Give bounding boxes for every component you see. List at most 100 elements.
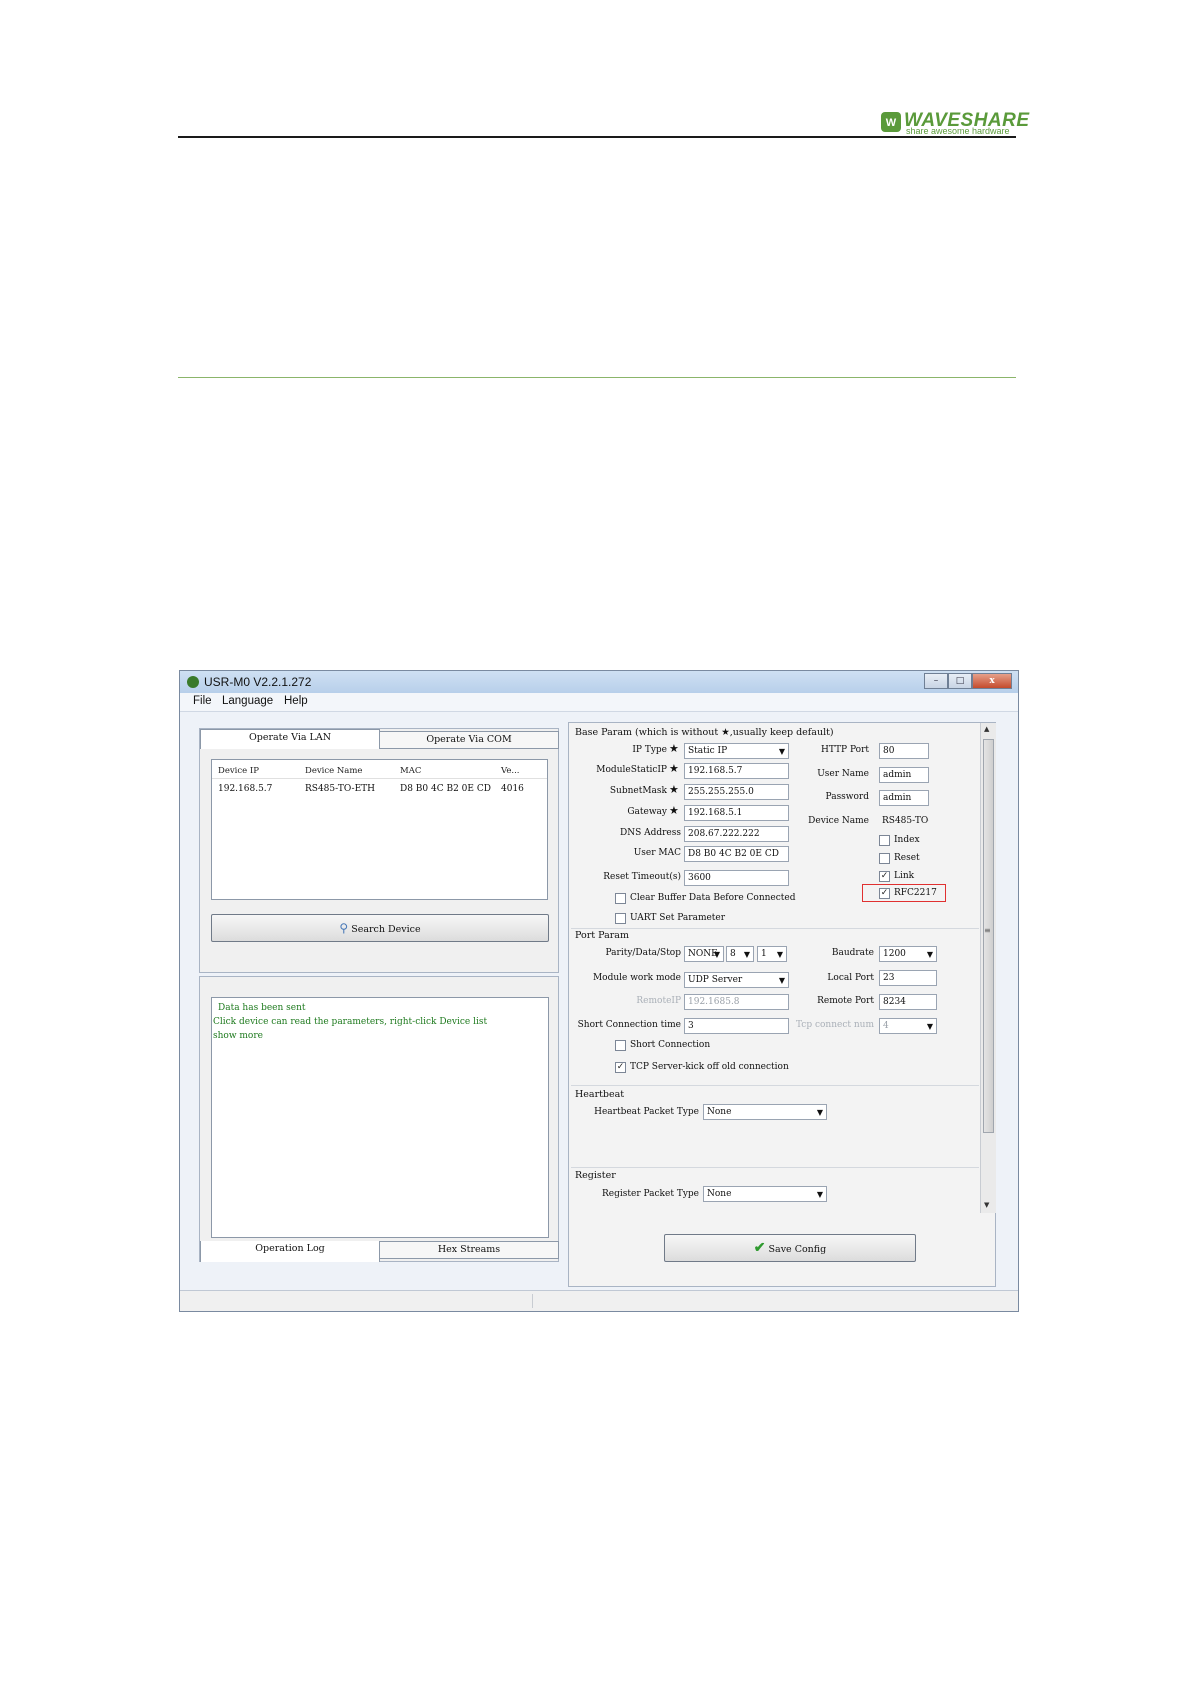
heartbeat-type-label: Heartbeat Packet Type bbox=[594, 1107, 699, 1117]
scroll-up-icon[interactable]: ▲ bbox=[984, 725, 989, 733]
short-connection-checkbox[interactable] bbox=[615, 1040, 626, 1051]
log-line: show more bbox=[213, 1031, 263, 1041]
remote-port-label: Remote Port bbox=[817, 996, 874, 1006]
subnet-field[interactable]: 255.255.255.0 bbox=[684, 784, 789, 800]
gateway-field[interactable]: 192.168.5.1 bbox=[684, 805, 789, 821]
rfc2217-checkbox[interactable]: ✓ bbox=[879, 888, 890, 899]
data-bits-select[interactable]: 8 ▼ bbox=[726, 946, 754, 962]
heartbeat-type-select[interactable]: None ▼ bbox=[703, 1104, 827, 1120]
tab-hex-streams[interactable]: Hex Streams bbox=[379, 1241, 559, 1259]
chevron-down-icon: ▼ bbox=[778, 747, 785, 756]
log-line: Click device can read the parameters, ri… bbox=[213, 1017, 488, 1027]
settings-scrollbar[interactable]: ▲ ≡ ▼ bbox=[980, 723, 996, 1213]
tab-operate-via-lan[interactable]: Operate Via LAN bbox=[200, 729, 380, 749]
user-name-label: User Name bbox=[817, 769, 869, 779]
device-name-field[interactable]: RS485-TO-E bbox=[879, 814, 929, 830]
scroll-down-icon[interactable]: ▼ bbox=[984, 1201, 989, 1209]
dns-field[interactable]: 208.67.222.222 bbox=[684, 826, 789, 842]
mac-field[interactable]: D8 B0 4C B2 0E CD bbox=[684, 846, 789, 862]
reset-timeout-field[interactable]: 3600 bbox=[684, 870, 789, 886]
required-star-icon: ★ bbox=[669, 762, 679, 775]
http-port-field[interactable]: 80 bbox=[879, 743, 929, 759]
row-device-name: RS485-TO-ETH bbox=[305, 784, 376, 794]
reset-checkbox-label: Reset bbox=[894, 853, 920, 863]
close-button[interactable]: x bbox=[972, 673, 1012, 689]
required-star-icon: ★ bbox=[669, 783, 679, 796]
remote-ip-field[interactable]: 192.1685.8 bbox=[684, 994, 789, 1010]
register-type-value: None bbox=[707, 1189, 732, 1199]
subnet-label: SubnetMask bbox=[609, 786, 667, 796]
log-line: Data has been sent bbox=[218, 1003, 306, 1013]
stop-bits-select[interactable]: 1 ▼ bbox=[757, 946, 787, 962]
baudrate-select[interactable]: 1200 ▼ bbox=[879, 946, 937, 962]
waveshare-logo: W WAVESHARE share awesome hardware bbox=[880, 110, 1029, 136]
title-bar[interactable]: USR-M0 V2.2.1.272 – □ x bbox=[180, 671, 1018, 693]
menu-help[interactable]: Help bbox=[284, 695, 308, 707]
required-star-icon: ★ bbox=[669, 804, 679, 817]
uart-set-checkbox[interactable] bbox=[615, 913, 626, 924]
row-device-ip: 192.168.5.7 bbox=[218, 784, 273, 794]
link-checkbox[interactable]: ✓ bbox=[879, 871, 890, 882]
parity-select[interactable]: NONE ▼ bbox=[684, 946, 724, 962]
column-header-device-name[interactable]: Device Name bbox=[305, 766, 362, 776]
remote-port-field[interactable]: 8234 bbox=[879, 994, 937, 1010]
divider bbox=[571, 928, 979, 929]
http-port-label: HTTP Port bbox=[821, 745, 869, 755]
stop-bits-value: 1 bbox=[761, 949, 767, 959]
static-ip-field[interactable]: 192.168.5.7 bbox=[684, 763, 789, 779]
maximize-button[interactable]: □ bbox=[948, 673, 972, 689]
tcp-connect-num-select[interactable]: 4 ▼ bbox=[879, 1018, 937, 1034]
column-header-mac[interactable]: MAC bbox=[400, 766, 421, 776]
logo-tagline: share awesome hardware bbox=[906, 126, 1010, 136]
user-name-field[interactable]: admin bbox=[879, 767, 929, 783]
device-name-label: Device Name bbox=[808, 816, 869, 826]
ip-type-select[interactable]: Static IP ▼ bbox=[684, 743, 789, 759]
tcp-connect-num-label: Tcp connect num bbox=[796, 1020, 874, 1030]
required-star-icon: ★ bbox=[669, 742, 679, 755]
ip-type-label: IP Type bbox=[632, 745, 667, 755]
kick-old-connection-checkbox[interactable]: ✓ bbox=[615, 1062, 626, 1073]
search-device-button[interactable]: ⚲ Search Device bbox=[211, 914, 549, 942]
index-checkbox[interactable] bbox=[879, 835, 890, 846]
operation-log[interactable]: Data has been sent Click device can read… bbox=[211, 997, 549, 1238]
save-config-button[interactable]: ✔ Save Config bbox=[664, 1234, 916, 1262]
mac-label: User MAC bbox=[633, 848, 681, 858]
data-bits-value: 8 bbox=[730, 949, 736, 959]
scrollbar-thumb[interactable] bbox=[983, 739, 994, 1133]
work-mode-value: UDP Server bbox=[688, 975, 743, 985]
row-version: 4016 bbox=[501, 784, 524, 794]
tab-operate-via-com[interactable]: Operate Via COM bbox=[379, 731, 559, 749]
app-window: USR-M0 V2.2.1.272 – □ x File Language He… bbox=[179, 670, 1019, 1312]
save-config-label: Save Config bbox=[768, 1244, 827, 1255]
short-connection-time-field[interactable]: 3 bbox=[684, 1018, 789, 1034]
device-list[interactable]: Device IP Device Name MAC Ve... 192.168.… bbox=[211, 759, 548, 900]
column-header-version[interactable]: Ve... bbox=[501, 766, 520, 776]
local-port-label: Local Port bbox=[827, 973, 874, 983]
reset-timeout-label: Reset Timeout(s) bbox=[603, 872, 681, 882]
index-label: Index bbox=[894, 835, 920, 845]
settings-panel: Base Param (which is without ★,usually k… bbox=[568, 722, 996, 1287]
search-icon: ⚲ bbox=[339, 921, 349, 935]
register-type-select[interactable]: None ▼ bbox=[703, 1186, 827, 1202]
password-field[interactable]: admin bbox=[879, 790, 929, 806]
uart-set-label: UART Set Parameter bbox=[630, 913, 726, 923]
menu-file[interactable]: File bbox=[193, 695, 212, 707]
tab-operation-log[interactable]: Operation Log bbox=[200, 1241, 380, 1262]
app-icon bbox=[187, 676, 199, 688]
status-divider bbox=[532, 1294, 533, 1308]
section-rule bbox=[178, 377, 1016, 378]
clear-buffer-checkbox[interactable] bbox=[615, 893, 626, 904]
baudrate-label: Baudrate bbox=[831, 948, 874, 958]
gateway-label: Gateway bbox=[627, 807, 667, 817]
work-mode-select[interactable]: UDP Server ▼ bbox=[684, 972, 789, 988]
search-device-label: Search Device bbox=[351, 924, 421, 935]
column-header-device-ip[interactable]: Device IP bbox=[218, 766, 259, 776]
menu-bar: File Language Help bbox=[180, 693, 1018, 712]
minimize-button[interactable]: – bbox=[924, 673, 948, 689]
menu-language[interactable]: Language bbox=[222, 695, 273, 707]
chevron-down-icon: ▼ bbox=[778, 976, 785, 985]
heartbeat-title: Heartbeat bbox=[575, 1089, 625, 1100]
ip-type-value: Static IP bbox=[688, 746, 728, 756]
local-port-field[interactable]: 23 bbox=[879, 970, 937, 986]
reset-checkbox[interactable] bbox=[879, 853, 890, 864]
